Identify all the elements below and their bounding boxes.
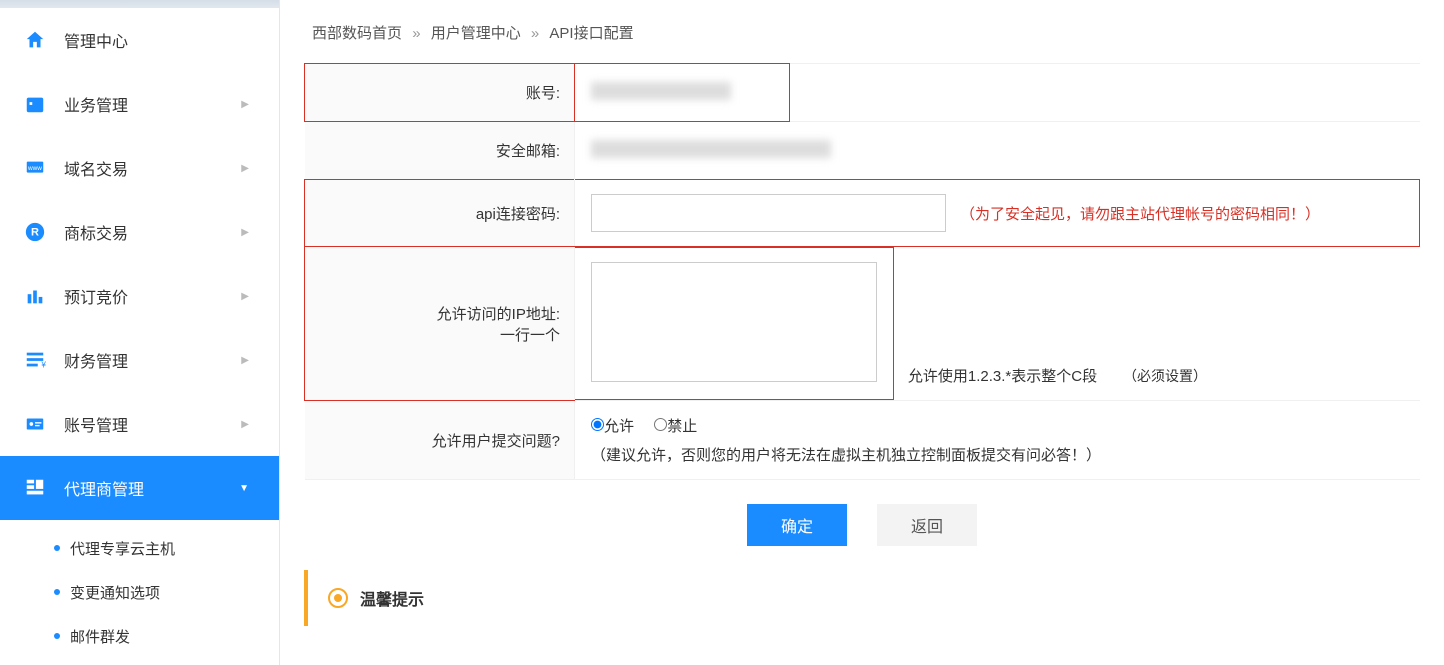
sidebar-item-label: 账号管理: [64, 412, 128, 436]
api-password-warning: （为了安全起见，请勿跟主站代理帐号的密码相同！）: [960, 203, 1320, 224]
sidebar-submenu: 代理专享云主机 变更通知选项 邮件群发: [0, 520, 279, 664]
submenu-item-notify-options[interactable]: 变更通知选项: [0, 570, 279, 614]
form-row-allowed-ip: 允许访问的IP地址: 一行一个 允许使用1.2.3.*表示整个C段 （必须设置）: [305, 247, 1420, 401]
allowed-ip-label-1: 允许访问的IP地址:: [319, 303, 560, 324]
allow-radio-no[interactable]: [654, 418, 667, 431]
r-icon: R: [24, 221, 46, 243]
sidebar-item-booking-bid[interactable]: 预订竞价 ▶: [0, 264, 279, 328]
sidebar-item-label: 管理中心: [64, 28, 128, 52]
screen-icon: www: [24, 157, 46, 179]
allowed-ip-required: （必须设置）: [1123, 368, 1207, 384]
bullet-icon: [54, 633, 60, 639]
tip-title: 温馨提示: [360, 586, 424, 610]
form-row-account: 账号:: [305, 64, 1420, 122]
chevron-right-icon: ▶: [241, 99, 249, 110]
sidebar-item-label: 业务管理: [64, 92, 128, 116]
allow-questions-label: 允许用户提交问题?: [305, 401, 575, 480]
breadcrumb-center[interactable]: 用户管理中心: [431, 25, 521, 42]
submit-button[interactable]: 确定: [747, 504, 847, 546]
sidebar-item-label: 财务管理: [64, 348, 128, 372]
submenu-label: 邮件群发: [70, 626, 130, 647]
chevron-right-icon: ▶: [241, 163, 249, 174]
allowed-ip-textarea[interactable]: [591, 262, 877, 382]
blocks-icon: [24, 477, 46, 499]
sidebar-item-label: 预订竞价: [64, 284, 128, 308]
breadcrumb-sep: »: [412, 25, 420, 42]
allow-questions-suggest: （建议允许，否则您的用户将无法在虚拟主机独立控制面板提交有问必答！）: [591, 444, 1404, 465]
submenu-item-mail-mass[interactable]: 邮件群发: [0, 614, 279, 658]
list-icon: ¥: [24, 349, 46, 371]
submenu-item-agent-host[interactable]: 代理专享云主机: [0, 526, 279, 570]
api-config-form: 账号: 安全邮箱: api连接密码:: [304, 63, 1420, 480]
sidebar-item-management-center[interactable]: 管理中心: [0, 8, 279, 72]
email-label: 安全邮箱:: [305, 122, 575, 180]
chevron-right-icon: ▶: [241, 355, 249, 366]
sidebar-menu: 管理中心 业务管理 ▶ www 域名交易 ▶ R 商标交易: [0, 8, 279, 520]
chevron-right-icon: ▶: [241, 419, 249, 430]
svg-text:¥: ¥: [40, 360, 46, 369]
bullet-icon: [54, 545, 60, 551]
breadcrumb-sep: »: [531, 25, 539, 42]
button-row: 确定 返回: [304, 480, 1420, 570]
allow-radio-yes[interactable]: [591, 418, 604, 431]
sidebar-item-label: 代理商管理: [64, 476, 144, 500]
sidebar-item-trademark-trade[interactable]: R 商标交易 ▶: [0, 200, 279, 264]
submenu-label: 代理专享云主机: [70, 538, 175, 559]
sidebar-header-decoration: [0, 0, 279, 8]
sidebar: 管理中心 业务管理 ▶ www 域名交易 ▶ R 商标交易: [0, 0, 280, 665]
svg-text:R: R: [31, 227, 39, 239]
account-value-redacted: [591, 82, 731, 100]
card-icon: [24, 413, 46, 435]
form-row-api-password: api连接密码: （为了安全起见，请勿跟主站代理帐号的密码相同！）: [305, 180, 1420, 247]
breadcrumb: 西部数码首页 » 用户管理中心 » API接口配置: [280, 0, 1444, 63]
main-content: 西部数码首页 » 用户管理中心 » API接口配置 账号: 安全邮箱:: [280, 0, 1444, 665]
api-password-label: api连接密码:: [305, 180, 575, 247]
chevron-right-icon: ▶: [241, 227, 249, 238]
tip-icon: [328, 588, 348, 608]
form-row-allow-questions: 允许用户提交问题? 允许 禁止 （建议允许，否则您的用户将无法在虚拟主机独立控制…: [305, 401, 1420, 480]
sidebar-item-business-management[interactable]: 业务管理 ▶: [0, 72, 279, 136]
chevron-right-icon: ▶: [241, 291, 249, 302]
svg-text:www: www: [27, 165, 42, 172]
form-row-email: 安全邮箱:: [305, 122, 1420, 180]
sidebar-item-label: 商标交易: [64, 220, 128, 244]
email-value-redacted: [591, 140, 831, 158]
api-password-input[interactable]: [591, 194, 946, 232]
allowed-ip-hint: 允许使用1.2.3.*表示整个C段: [908, 368, 1097, 385]
bars-icon: [24, 285, 46, 307]
sidebar-item-account-management[interactable]: 账号管理 ▶: [0, 392, 279, 456]
breadcrumb-home[interactable]: 西部数码首页: [312, 25, 402, 42]
home-icon: [24, 29, 46, 51]
allow-option-no[interactable]: 禁止: [654, 418, 697, 435]
allowed-ip-label-2: 一行一个: [319, 324, 560, 345]
account-label: 账号:: [305, 64, 575, 122]
sidebar-item-domain-trade[interactable]: www 域名交易 ▶: [0, 136, 279, 200]
back-button[interactable]: 返回: [877, 504, 977, 546]
allow-option-yes[interactable]: 允许: [591, 418, 634, 435]
sidebar-item-finance-management[interactable]: ¥ 财务管理 ▶: [0, 328, 279, 392]
submenu-label: 变更通知选项: [70, 582, 160, 603]
breadcrumb-current: API接口配置: [549, 25, 633, 42]
tip-box: 温馨提示: [304, 570, 1420, 626]
sidebar-item-label: 域名交易: [64, 156, 128, 180]
bullet-icon: [54, 589, 60, 595]
chevron-down-icon: ▼: [239, 483, 249, 494]
sidebar-item-agent-management[interactable]: 代理商管理 ▼: [0, 456, 279, 520]
calendar-icon: [24, 93, 46, 115]
